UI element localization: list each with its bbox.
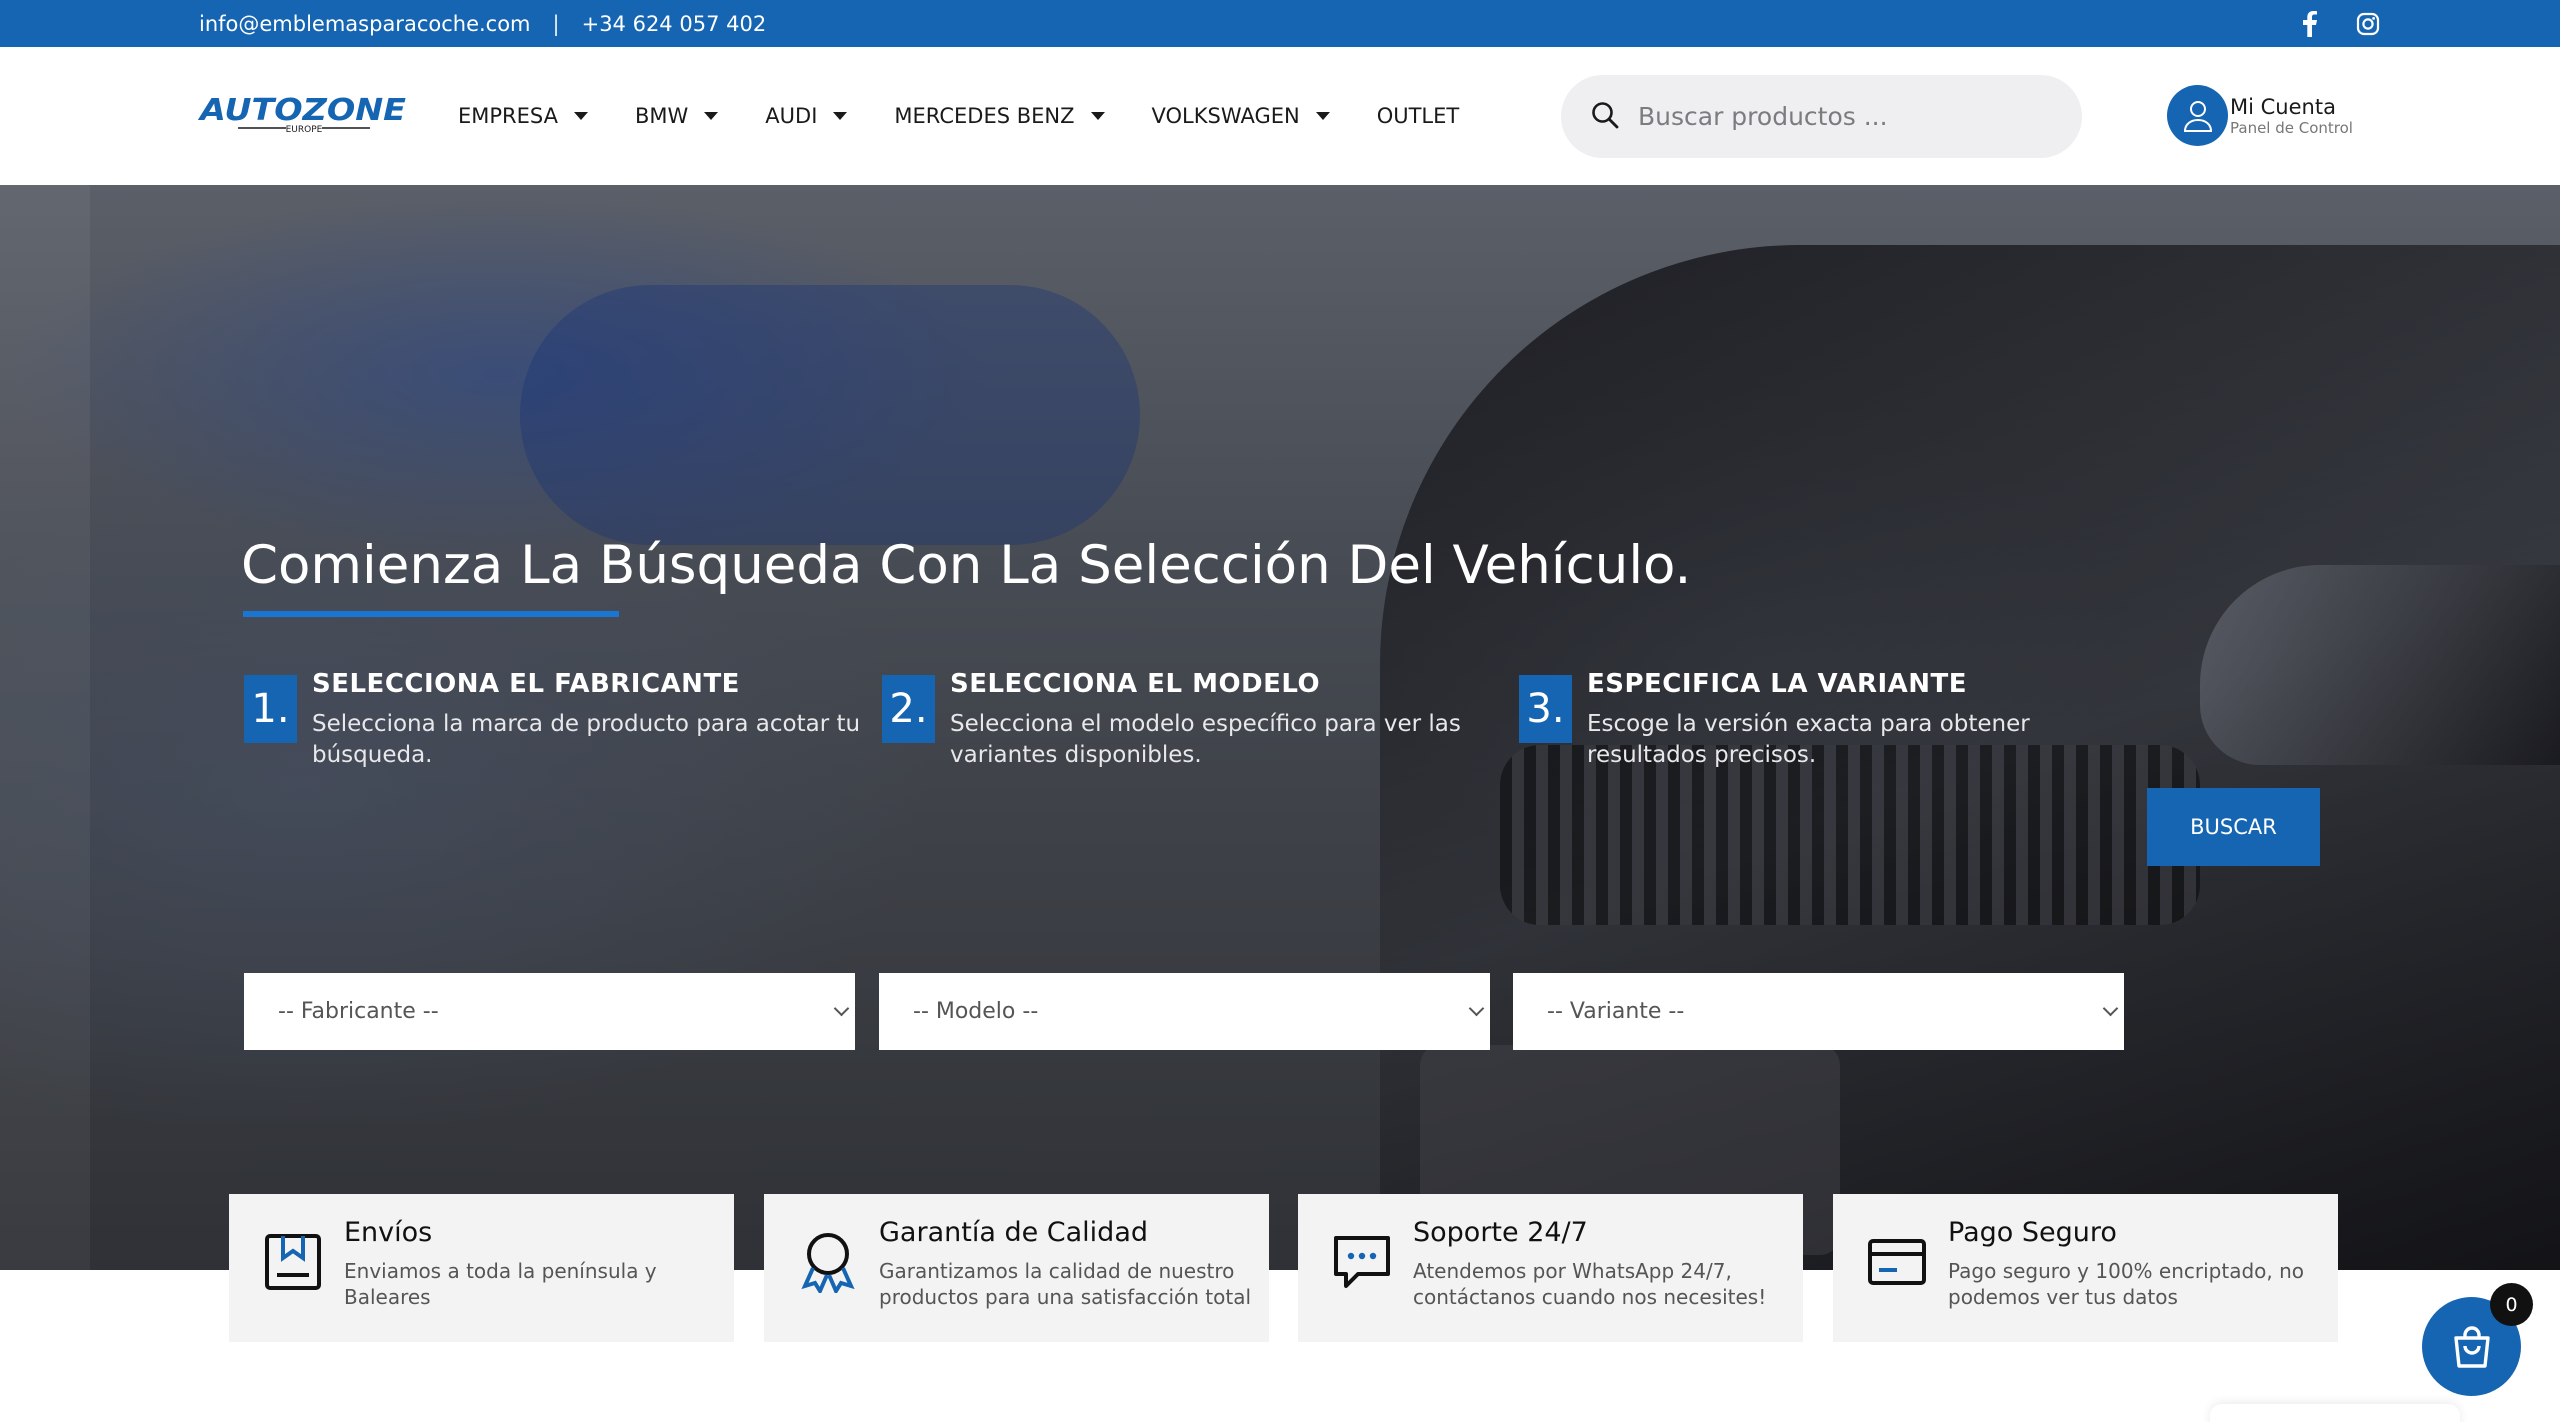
step-description: Escoge la versión exacta para obtener re…: [1587, 711, 2030, 768]
chevron-down-icon: [833, 1000, 850, 1017]
caret-down-icon: [704, 112, 719, 120]
feature-description: Pago seguro y 100% encriptado, no podemo…: [1948, 1259, 2305, 1309]
box-icon: [261, 1230, 325, 1294]
feature-description: Atendemos por WhatsApp 24/7, contáctanos…: [1413, 1259, 1767, 1309]
caret-down-icon: [574, 112, 588, 120]
email-link[interactable]: info@emblemasparacoche.com: [199, 12, 531, 36]
search-icon[interactable]: [1590, 100, 1620, 134]
account-link[interactable]: Mi Cuenta Panel de Control: [2167, 85, 2353, 146]
nav-item-label: EMPRESA: [458, 104, 558, 128]
manufacturer-select[interactable]: -- Fabricante --: [244, 973, 855, 1050]
caret-down-icon: [1315, 112, 1330, 120]
variant-select[interactable]: -- Variante --: [1513, 973, 2124, 1050]
chat-icon: [1330, 1230, 1394, 1294]
step-number: 3.: [1519, 675, 1572, 743]
caret-down-icon: [1090, 112, 1105, 120]
car-headlight-shape: [2200, 565, 2560, 765]
contact-separator: |: [552, 11, 560, 36]
credit-card-icon: [1865, 1230, 1929, 1294]
step-description: Selecciona el modelo específico para ver…: [950, 711, 1461, 768]
search-bar: [1561, 75, 2082, 158]
hero-bg-blur: [520, 285, 1140, 545]
nav-item-mercedes-benz[interactable]: MERCEDES BENZ: [894, 104, 1105, 128]
feature-description: Enviamos a toda la península y Baleares: [344, 1259, 657, 1309]
phone-link[interactable]: +34 624 057 402: [582, 12, 767, 36]
feature-title: Pago Seguro: [1948, 1217, 2117, 1248]
search-button[interactable]: BUSCAR: [2147, 788, 2320, 866]
site-header: AUTOZONE EUROPE EMPRESA BMW AUDI MERCEDE…: [0, 47, 2560, 185]
feature-card-payment: Pago Seguro Pago seguro y 100% encriptad…: [1833, 1194, 2338, 1342]
nav-item-label: AUDI: [765, 104, 818, 128]
nav-item-label: MERCEDES BENZ: [894, 104, 1075, 128]
nav-item-volkswagen[interactable]: VOLKSWAGEN: [1152, 104, 1330, 128]
chat-widget-edge: [2210, 1404, 2460, 1422]
title-underline: [243, 611, 619, 617]
select-value: -- Variante --: [1547, 999, 1685, 1024]
autozone-logo[interactable]: AUTOZONE EUROPE: [198, 93, 410, 135]
account-text: Mi Cuenta Panel de Control: [2230, 95, 2353, 137]
main-nav: EMPRESA BMW AUDI MERCEDES BENZ VOLKSWAGE…: [458, 47, 1506, 185]
nav-item-label: VOLKSWAGEN: [1151, 104, 1300, 128]
search-input[interactable]: [1638, 102, 2058, 131]
shopping-bag-icon: [2453, 1325, 2490, 1368]
feature-title: Soporte 24/7: [1413, 1217, 1588, 1248]
hero-bg-blur: [0, 185, 90, 1270]
top-bar: info@emblemasparacoche.com | +34 624 057…: [0, 0, 2560, 47]
feature-description: Garantizamos la calidad de nuestro produ…: [879, 1259, 1252, 1309]
step-number: 1.: [244, 675, 297, 743]
hero-title-bold: Con La Selección Del Vehículo.: [879, 535, 1692, 596]
chevron-down-icon: [1468, 1000, 1485, 1017]
facebook-icon[interactable]: [2296, 10, 2324, 38]
logo-text: AUTOZONE: [198, 93, 407, 128]
step-description: Selecciona la marca de producto para aco…: [312, 711, 861, 768]
nav-item-label: OUTLET: [1376, 104, 1460, 128]
step-number: 2.: [882, 675, 935, 743]
step-heading: SELECCIONA EL FABRICANTE: [312, 669, 740, 699]
nav-item-outlet[interactable]: OUTLET: [1377, 104, 1460, 128]
feature-card-support: Soporte 24/7 Atendemos por WhatsApp 24/7…: [1298, 1194, 1803, 1342]
nav-item-bmw[interactable]: BMW: [635, 104, 719, 128]
logo-sub: EUROPE: [286, 125, 323, 135]
hero-section: Comienza La Búsqueda Con La Selección De…: [0, 185, 2560, 1270]
award-icon: [796, 1230, 860, 1294]
step-heading: ESPECIFICA LA VARIANTE: [1587, 669, 1968, 699]
car-grille-shape: [1500, 745, 2200, 925]
user-icon: [2167, 85, 2228, 146]
model-select[interactable]: -- Modelo --: [879, 973, 1490, 1050]
caret-down-icon: [833, 112, 848, 120]
step-heading: SELECCIONA EL MODELO: [950, 669, 1321, 699]
feature-card-shipping: Envíos Enviamos a toda la península y Ba…: [229, 1194, 734, 1342]
nav-item-audi[interactable]: AUDI: [765, 104, 848, 128]
feature-card-quality: Garantía de Calidad Garantizamos la cali…: [764, 1194, 1269, 1342]
nav-item-empresa[interactable]: EMPRESA: [458, 104, 588, 128]
select-value: -- Modelo --: [913, 999, 1039, 1024]
feature-title: Garantía de Calidad: [879, 1217, 1148, 1248]
contact-info: info@emblemasparacoche.com | +34 624 057…: [199, 0, 766, 47]
nav-item-label: BMW: [635, 104, 689, 128]
hero-title-light: Comienza La Búsqueda: [241, 535, 863, 596]
account-title: Mi Cuenta: [2230, 94, 2336, 119]
social-links: [2296, 0, 2382, 47]
chevron-down-icon: [2102, 1000, 2119, 1017]
feature-title: Envíos: [344, 1217, 433, 1248]
account-subtitle: Panel de Control: [2230, 118, 2353, 137]
cart-count-badge: 0: [2490, 1283, 2533, 1326]
hero-title: Comienza La Búsqueda Con La Selección De…: [241, 535, 1691, 596]
select-value: -- Fabricante --: [278, 999, 439, 1024]
instagram-icon[interactable]: [2354, 10, 2382, 38]
